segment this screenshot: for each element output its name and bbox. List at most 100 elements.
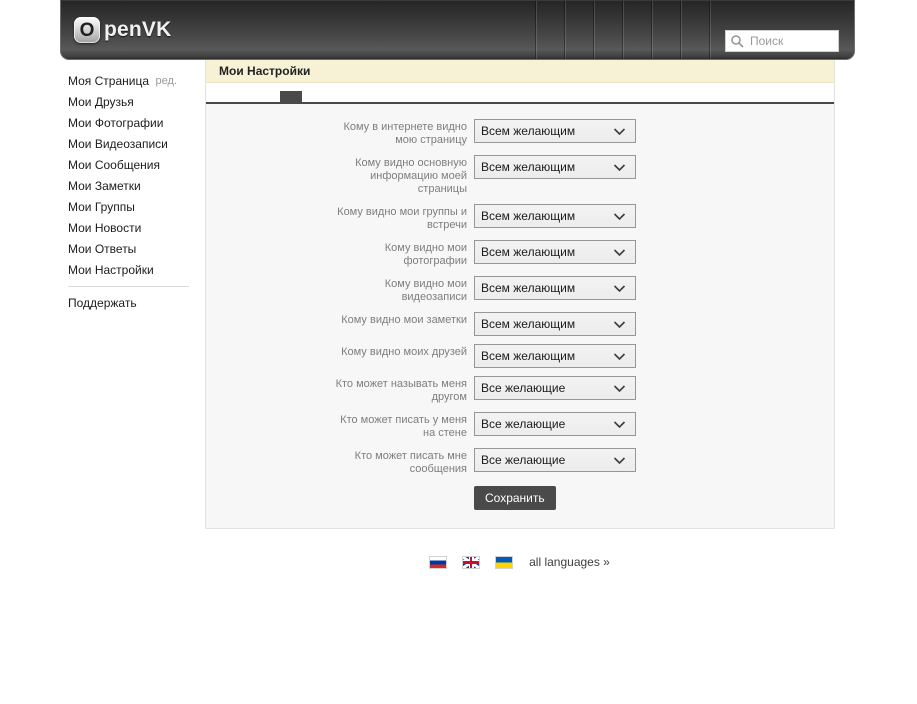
settings-tab[interactable]	[342, 91, 364, 102]
sidebar-item[interactable]: Мои Сообщения	[68, 154, 205, 175]
privacy-setting-label: Кому видно мои фотографии	[327, 239, 467, 268]
openvk-logo-text: penVK	[104, 18, 172, 42]
sidebar-item-label: Мои Видеозаписи	[68, 137, 168, 151]
settings-tab[interactable]	[218, 91, 240, 102]
settings-panel: Мои Настройки Кому в интернете видно мою…	[205, 60, 835, 529]
sidebar: Моя Страница ред. Мои Друзья Мои Фотогра…	[60, 60, 205, 529]
russia-flag-icon[interactable]	[430, 557, 446, 568]
ukraine-flag-icon[interactable]	[496, 557, 512, 568]
privacy-setting-label: Кому видно мои видеозаписи	[327, 275, 467, 304]
privacy-setting-row: Кто может называть меня другом Все желаю…	[206, 375, 834, 404]
top-nav-item[interactable]	[565, 1, 594, 59]
privacy-setting-select[interactable]: Всем желающим	[474, 155, 636, 179]
page: O penVK Моя Страница ред. Мои Друзья	[60, 0, 855, 569]
top-header: O penVK	[60, 0, 855, 60]
sidebar-item-label: Мои Друзья	[68, 95, 134, 109]
select-value: Все желающие	[481, 381, 565, 395]
sidebar-item[interactable]: Мои Ответы	[68, 238, 205, 259]
privacy-setting-row: Кому видно моих друзей Всем желающим	[206, 343, 834, 368]
settings-tab[interactable]	[249, 91, 271, 102]
privacy-setting-label: Кому видно мои группы и встречи	[327, 203, 467, 232]
privacy-setting-select[interactable]: Все желающие	[474, 448, 636, 472]
privacy-setting-select[interactable]: Все желающие	[474, 376, 636, 400]
sidebar-item[interactable]: Мои Фотографии	[68, 112, 205, 133]
header-search-area	[710, 1, 854, 59]
sidebar-item-label: Поддержать	[68, 296, 137, 310]
sidebar-item[interactable]: Мои Видеозаписи	[68, 133, 205, 154]
privacy-setting-label: Кто может писать мне сообщения	[327, 447, 467, 476]
search-input[interactable]	[725, 30, 839, 52]
privacy-setting-select[interactable]: Всем желающим	[474, 276, 636, 300]
privacy-setting-row: Кому в интернете видно мою страницу Всем…	[206, 118, 834, 147]
page-title: Мои Настройки	[206, 60, 834, 83]
select-value: Всем желающим	[481, 317, 575, 331]
privacy-setting-select[interactable]: Всем желающим	[474, 204, 636, 228]
chevron-down-icon	[613, 248, 626, 257]
openvk-logo-icon: O	[74, 17, 100, 43]
select-value: Всем желающим	[481, 349, 575, 363]
select-value: Всем желающим	[481, 281, 575, 295]
privacy-setting-select[interactable]: Всем желающим	[474, 240, 636, 264]
sidebar-item-label: Мои Сообщения	[68, 158, 160, 172]
chevron-down-icon	[613, 456, 626, 465]
sidebar-item-label: Мои Группы	[68, 200, 135, 214]
sidebar-item[interactable]: Моя Страница ред.	[68, 70, 205, 91]
privacy-setting-select[interactable]: Все желающие	[474, 412, 636, 436]
privacy-setting-select[interactable]: Всем желающим	[474, 119, 636, 143]
settings-tab[interactable]	[280, 91, 302, 102]
chevron-down-icon	[613, 163, 626, 172]
privacy-setting-row: Кому видно мои фотографии Всем желающим	[206, 239, 834, 268]
top-nav-item[interactable]	[652, 1, 681, 59]
language-bar: all languages »	[205, 555, 835, 569]
select-value: Все желающие	[481, 417, 565, 431]
privacy-setting-select[interactable]: Всем желающим	[474, 312, 636, 336]
sidebar-item[interactable]: Мои Группы	[68, 196, 205, 217]
privacy-setting-label: Кому в интернете видно мою страницу	[327, 118, 467, 147]
openvk-logo[interactable]: O penVK	[61, 1, 172, 59]
privacy-setting-label: Кто может называть меня другом	[327, 375, 467, 404]
chevron-down-icon	[613, 284, 626, 293]
privacy-setting-label: Кому видно моих друзей	[327, 343, 467, 359]
top-nav	[536, 1, 710, 59]
privacy-setting-label: Кто может писать у меня на стене	[327, 411, 467, 440]
privacy-setting-label: Кому видно основную информацию моей стра…	[327, 154, 467, 196]
chevron-down-icon	[613, 420, 626, 429]
settings-tab[interactable]	[311, 91, 333, 102]
privacy-setting-row: Кто может писать у меня на стене Все жел…	[206, 411, 834, 440]
top-nav-item[interactable]	[681, 1, 710, 59]
sidebar-item-support[interactable]: Поддержать	[68, 292, 205, 313]
all-languages-link[interactable]: all languages »	[529, 555, 610, 569]
select-value: Всем желающим	[481, 209, 575, 223]
privacy-setting-row: Кому видно мои группы и встречи Всем жел…	[206, 203, 834, 232]
sidebar-item[interactable]: Мои Друзья	[68, 91, 205, 112]
sidebar-item[interactable]: Мои Заметки	[68, 175, 205, 196]
sidebar-item-label: Мои Ответы	[68, 242, 136, 256]
privacy-form: Кому в интернете видно мою страницу Всем…	[206, 104, 834, 528]
top-nav-item[interactable]	[594, 1, 623, 59]
uk-flag-icon[interactable]	[463, 557, 479, 568]
sidebar-item-label: Мои Новости	[68, 221, 141, 235]
privacy-setting-label: Кому видно мои заметки	[327, 311, 467, 327]
privacy-setting-row: Кому видно основную информацию моей стра…	[206, 154, 834, 196]
select-value: Все желающие	[481, 453, 565, 467]
select-value: Всем желающим	[481, 245, 575, 259]
sidebar-item-label: Мои Фотографии	[68, 116, 163, 130]
save-button[interactable]: Сохранить	[474, 486, 556, 510]
chevron-down-icon	[613, 352, 626, 361]
top-nav-item[interactable]	[623, 1, 652, 59]
chevron-down-icon	[613, 127, 626, 136]
sidebar-divider	[68, 286, 189, 287]
sidebar-item[interactable]: Мои Настройки	[68, 259, 205, 280]
select-value: Всем желающим	[481, 124, 575, 138]
privacy-setting-row: Кто может писать мне сообщения Все желаю…	[206, 447, 834, 476]
edit-link[interactable]: ред.	[156, 75, 177, 87]
privacy-setting-row: Кому видно мои заметки Всем желающим	[206, 311, 834, 336]
privacy-setting-select[interactable]: Всем желающим	[474, 344, 636, 368]
chevron-down-icon	[613, 320, 626, 329]
footer: all languages »	[205, 529, 835, 569]
sidebar-item[interactable]: Мои Новости	[68, 217, 205, 238]
sidebar-item-label: Моя Страница	[68, 74, 149, 88]
privacy-setting-row: Кому видно мои видеозаписи Всем желающим	[206, 275, 834, 304]
settings-tabs	[206, 83, 834, 104]
top-nav-item[interactable]	[536, 1, 565, 59]
